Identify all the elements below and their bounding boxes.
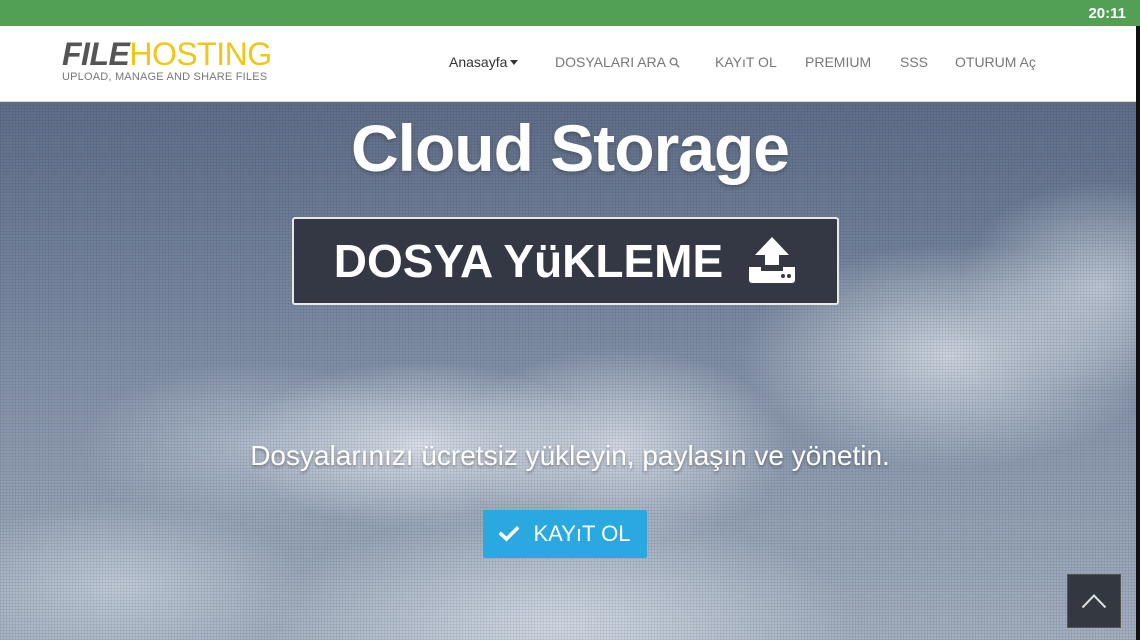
window-edge	[1136, 26, 1140, 640]
nav-login[interactable]: OTURUM Aç	[955, 54, 1036, 70]
logo-tagline: UPLOAD, MANAGE AND SHARE FILES	[62, 71, 268, 83]
upload-button-label: DOSYA YüKLEME	[333, 235, 724, 287]
scroll-to-top-button[interactable]	[1067, 574, 1121, 628]
register-button[interactable]: KAYıT OL	[483, 510, 647, 558]
nav-register[interactable]: KAYıT OL	[715, 54, 777, 70]
chevron-up-icon	[1081, 593, 1107, 609]
hero-subtitle: Dosyalarınızı ücretsiz yükleyin, paylaşı…	[250, 440, 890, 471]
logo-part-file: FILE	[62, 36, 130, 72]
check-icon	[499, 526, 520, 542]
logo-part-hosting: HOSTING	[129, 36, 272, 72]
status-time: 20:11	[1088, 5, 1126, 22]
logo-wordmark: FILEHOSTING	[62, 38, 272, 70]
nav-faq[interactable]: SSS	[900, 54, 928, 70]
status-bar: 20:11	[0, 0, 1140, 26]
nav-premium[interactable]: PREMIUM	[805, 54, 871, 70]
upload-file-button[interactable]: DOSYA YüKLEME	[292, 217, 839, 305]
nav-search-files[interactable]: DOSYALARI ARA	[555, 54, 680, 70]
nav-home-label: Anasayfa	[449, 54, 508, 70]
register-button-label: KAYıT OL	[533, 521, 631, 546]
hero-headline: Cloud Storage	[350, 111, 790, 185]
navbar: FILEHOSTING UPLOAD, MANAGE AND SHARE FIL…	[0, 26, 1136, 102]
nav-home[interactable]: Anasayfa	[449, 54, 519, 70]
search-icon	[666, 54, 680, 70]
nav-search-files-label: DOSYALARI ARA	[555, 54, 667, 70]
upload-icon	[747, 237, 797, 285]
screen: 20:11 FILEHOSTING UPLOAD, MANAGE AND SHA…	[0, 0, 1140, 640]
caret-down-icon	[510, 60, 519, 65]
site-logo[interactable]: FILEHOSTING UPLOAD, MANAGE AND SHARE FIL…	[62, 38, 272, 83]
